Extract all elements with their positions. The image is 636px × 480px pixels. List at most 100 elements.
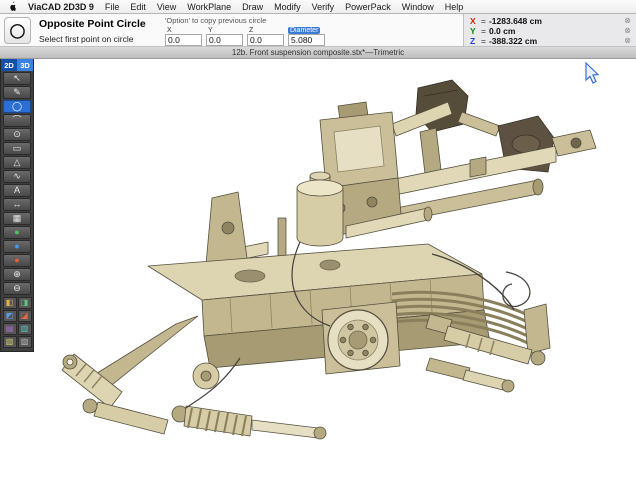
document-title: 12b. Front suspension composite.stx*—Tri…: [232, 48, 404, 57]
tool-surfaces[interactable]: ●: [3, 240, 31, 253]
polygon-icon: △: [14, 158, 21, 167]
tool-circle[interactable]: ◯: [3, 100, 31, 113]
x-field-input[interactable]: [165, 34, 202, 46]
hatch-icon: ▦: [13, 214, 22, 223]
close-icon[interactable]: ⊗: [624, 17, 631, 25]
mouse-cursor: [586, 63, 598, 83]
x-field: X: [165, 27, 202, 46]
diameter-field: Diameter: [288, 27, 325, 46]
menu-workplane[interactable]: WorkPlane: [187, 2, 231, 12]
tool-ellipse[interactable]: ⊙: [3, 128, 31, 141]
menu-verify[interactable]: Verify: [312, 2, 335, 12]
tool-zoom-out[interactable]: ⊖: [3, 282, 31, 295]
grid-tool-icon: ◩: [6, 312, 14, 320]
active-tool-icon[interactable]: ◯: [4, 17, 31, 44]
z-field-input[interactable]: [247, 34, 284, 46]
menu-powerpack[interactable]: PowerPack: [345, 2, 391, 12]
tool-hint: 'Option' to copy previous circle: [165, 16, 325, 25]
y-coordinate-value: 0.0 cm: [489, 26, 515, 36]
zoom-out-icon: ⊖: [13, 284, 21, 293]
tool-polygon[interactable]: △: [3, 156, 31, 169]
menu-window[interactable]: Window: [402, 2, 434, 12]
palette-grid-tool[interactable]: ◧: [3, 297, 17, 309]
tab-2d[interactable]: 2D: [1, 59, 17, 71]
menu-file[interactable]: File: [105, 2, 120, 12]
palette-grid-tool[interactable]: ▧: [3, 336, 17, 348]
palette-grid-tool[interactable]: ◪: [18, 310, 32, 322]
diameter-field-input[interactable]: [288, 34, 325, 46]
menu-draw[interactable]: Draw: [242, 2, 263, 12]
red-sphere-icon: ●: [14, 256, 19, 265]
close-icon[interactable]: ⊗: [624, 37, 631, 45]
y-field-input[interactable]: [206, 34, 243, 46]
grid-tool-icon: ◨: [21, 299, 29, 307]
select-arrow-icon: ↖: [13, 74, 21, 83]
palette-tabs: 2D 3D: [1, 59, 33, 71]
grid-tool-icon: ▤: [6, 325, 14, 333]
tab-3d[interactable]: 3D: [17, 59, 33, 71]
app-menu[interactable]: ViaCAD 2D3D 9: [28, 2, 94, 12]
menu-edit[interactable]: Edit: [130, 2, 146, 12]
y-field-label: Y: [206, 27, 215, 34]
x-coordinate-value: -1283.648 cm: [489, 16, 542, 26]
x-axis-label: X: [470, 16, 478, 26]
tool-line[interactable]: ✎: [3, 86, 31, 99]
document-title-bar[interactable]: 12b. Front suspension composite.stx*—Tri…: [0, 47, 636, 59]
palette-grid-tool[interactable]: ▨: [18, 336, 32, 348]
y-field: Y: [206, 27, 243, 46]
tool-text[interactable]: A: [3, 184, 31, 197]
tool-options-bar: ◯ Opposite Point Circle Select first poi…: [0, 14, 636, 47]
pencil-icon: ✎: [13, 88, 21, 97]
grid-tool-icon: ◧: [6, 299, 14, 307]
z-field-label: Z: [247, 27, 255, 34]
coordinate-readout: X = -1283.648 cm ⊗ Y = 0.0 cm ⊗ Z = -388…: [463, 14, 636, 46]
palette-grid-tool[interactable]: ◩: [3, 310, 17, 322]
grid-tool-icon: ▨: [21, 338, 29, 346]
tool-dimension[interactable]: ↔: [3, 198, 31, 211]
text-icon: A: [14, 186, 20, 195]
green-sphere-icon: ●: [14, 228, 19, 237]
equals-sign: =: [481, 36, 486, 46]
menu-modify[interactable]: Modify: [274, 2, 301, 12]
grid-tool-icon: ▥: [21, 325, 29, 333]
tool-solids[interactable]: ●: [3, 226, 31, 239]
tool-hatch[interactable]: ▦: [3, 212, 31, 225]
tool-arc[interactable]: ⌒: [3, 114, 31, 127]
grid-tool-icon: ◪: [21, 312, 29, 320]
menu-bar: ViaCAD 2D3D 9 File Edit View WorkPlane D…: [0, 0, 636, 14]
arc-icon: ⌒: [12, 116, 21, 125]
z-field: Z: [247, 27, 284, 46]
close-icon[interactable]: ⊗: [624, 27, 631, 35]
viacad-window: ViaCAD 2D3D 9 File Edit View WorkPlane D…: [0, 0, 636, 480]
zoom-in-icon: ⊕: [13, 270, 21, 279]
rectangle-icon: ▭: [13, 144, 22, 153]
palette-grid-tool[interactable]: ▥: [18, 323, 32, 335]
tool-spline[interactable]: ∿: [3, 170, 31, 183]
tool-prompt: Select first point on circle: [39, 34, 159, 44]
y-axis-label: Y: [470, 26, 478, 36]
apple-menu-icon[interactable]: [8, 1, 17, 12]
palette-extra-grid: ◧ ◨ ◩ ◪ ▤ ▥ ▧ ▨: [1, 297, 33, 348]
tool-palette: 2D 3D ↖ ✎ ◯ ⌒ ⊙ ▭ △ ∿ A ↔ ▦ ● ● ● ⊕ ⊖ ◧ …: [0, 58, 34, 352]
equals-sign: =: [481, 16, 486, 26]
coordinate-row-z: Z = -388.322 cm ⊗: [470, 36, 631, 46]
blue-sphere-icon: ●: [14, 242, 19, 251]
z-coordinate-value: -388.322 cm: [489, 36, 537, 46]
tool-title: Opposite Point Circle: [39, 18, 159, 30]
tool-zoom-in[interactable]: ⊕: [3, 268, 31, 281]
tool-render[interactable]: ●: [3, 254, 31, 267]
palette-grid-tool[interactable]: ▤: [3, 323, 17, 335]
x-field-label: X: [165, 27, 174, 34]
palette-grid-tool[interactable]: ◨: [18, 297, 32, 309]
ellipse-icon: ⊙: [13, 130, 21, 139]
menu-view[interactable]: View: [157, 2, 176, 12]
spline-icon: ∿: [13, 172, 21, 181]
tool-select[interactable]: ↖: [3, 72, 31, 85]
drawing-canvas[interactable]: [0, 58, 636, 480]
tool-rectangle[interactable]: ▭: [3, 142, 31, 155]
coordinate-row-x: X = -1283.648 cm ⊗: [470, 16, 631, 26]
menu-help[interactable]: Help: [445, 2, 464, 12]
suspension-model-3d[interactable]: [0, 58, 636, 480]
z-axis-label: Z: [470, 36, 478, 46]
grid-tool-icon: ▧: [6, 338, 14, 346]
